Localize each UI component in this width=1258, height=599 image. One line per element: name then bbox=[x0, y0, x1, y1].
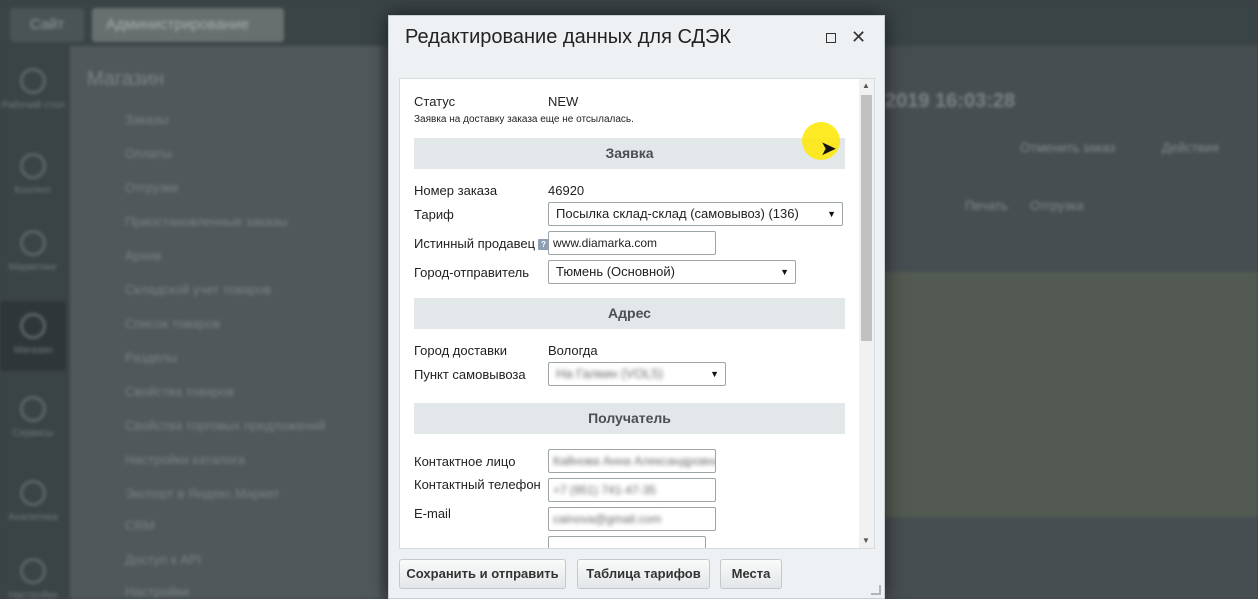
seller-input[interactable]: www.diamarka.com bbox=[548, 231, 716, 255]
dialog-header[interactable]: Редактирование данных для СДЭК ✕ bbox=[389, 16, 884, 62]
target-icon bbox=[20, 230, 46, 256]
dialog-title: Редактирование данных для СДЭК bbox=[405, 26, 732, 48]
scroll-down-icon[interactable]: ▼ bbox=[862, 536, 870, 545]
sidebar-item[interactable]: Доступ к API bbox=[125, 552, 201, 567]
sidebar-item[interactable]: Свойства торговых предложений bbox=[125, 418, 325, 433]
basket-icon bbox=[20, 313, 46, 339]
nav-shop[interactable]: Магазин bbox=[0, 301, 66, 371]
status-note: Заявка на доставку заказа еще не отсылал… bbox=[414, 114, 634, 125]
close-icon[interactable]: ✕ bbox=[851, 27, 866, 47]
sidebar-item[interactable]: Свойства товаров bbox=[125, 384, 234, 399]
seller-label: Истинный продавец? bbox=[414, 236, 550, 251]
sidebar-item[interactable]: CRM bbox=[125, 518, 155, 533]
home-icon bbox=[20, 68, 46, 94]
shop-sidebar: Магазин Заказы Оплаты Отгрузки Приостано… bbox=[70, 46, 380, 599]
nav-services[interactable]: Сервисы bbox=[0, 384, 66, 454]
scroll-up-icon[interactable]: ▲ bbox=[862, 81, 870, 90]
tab-admin[interactable]: Администрирование bbox=[92, 8, 284, 42]
email-input[interactable]: cainova@gmail.com bbox=[548, 507, 716, 531]
sidebar-item[interactable]: Разделы bbox=[125, 350, 177, 365]
delivery-city-value: Вологда bbox=[548, 343, 598, 358]
contact-person-label: Контактное лицо bbox=[414, 454, 516, 469]
shipment-link[interactable]: Отгрузка bbox=[1030, 198, 1084, 213]
email-label: E-mail bbox=[414, 506, 451, 521]
cdek-edit-dialog: Редактирование данных для СДЭК ✕ Статус … bbox=[388, 15, 885, 599]
dropdown-arrow-icon: ▼ bbox=[827, 209, 836, 219]
nav-settings[interactable]: Настройки bbox=[0, 546, 66, 599]
document-icon bbox=[20, 153, 46, 179]
pickup-point-select[interactable]: На Галкин (VOL5) ▼ bbox=[548, 362, 726, 386]
services-icon bbox=[20, 396, 46, 422]
places-button[interactable]: Места bbox=[720, 559, 782, 589]
left-nav: Рабочий стол Контент Маркетинг Магазин С… bbox=[0, 46, 70, 599]
extra-input[interactable] bbox=[548, 536, 706, 548]
section-request: Заявка bbox=[414, 138, 845, 169]
status-label: Статус bbox=[414, 94, 456, 109]
sidebar-item[interactable]: Складской учет товаров bbox=[125, 282, 271, 297]
contact-phone-input[interactable]: +7 (951) 741-47-35 bbox=[548, 478, 716, 502]
actions-button[interactable]: Действия bbox=[1162, 140, 1219, 155]
scrollbar-thumb[interactable] bbox=[861, 95, 872, 341]
print-link[interactable]: Печать bbox=[965, 198, 1008, 213]
cancel-order-button[interactable]: Отменить заказ bbox=[1020, 140, 1115, 155]
nav-content[interactable]: Контент bbox=[0, 141, 66, 211]
maximize-icon[interactable] bbox=[826, 33, 836, 43]
nav-desktop[interactable]: Рабочий стол bbox=[0, 56, 66, 126]
order-panel bbox=[880, 272, 1258, 517]
status-value: NEW bbox=[548, 94, 579, 109]
mouse-cursor-icon: ➤ bbox=[820, 138, 837, 160]
nav-analytics[interactable]: Аналитика bbox=[0, 468, 66, 538]
save-and-send-button[interactable]: Сохранить и отправить bbox=[399, 559, 566, 589]
contact-person-input[interactable]: Кайнова Анна Александровна bbox=[548, 449, 716, 473]
sidebar-item[interactable]: Список товаров bbox=[125, 316, 220, 331]
settings-icon bbox=[20, 558, 46, 584]
sidebar-item[interactable]: Настройки каталога bbox=[125, 452, 245, 467]
sidebar-item[interactable]: Оплаты bbox=[125, 146, 172, 161]
order-date: 2019 16:03:28 bbox=[885, 90, 1016, 112]
chart-icon bbox=[20, 480, 46, 506]
order-number-label: Номер заказа bbox=[414, 183, 498, 198]
nav-marketing[interactable]: Маркетинг bbox=[0, 218, 66, 288]
resize-grip-icon[interactable] bbox=[871, 585, 881, 595]
dialog-scrollbar[interactable]: ▲ ▼ bbox=[859, 79, 874, 548]
tariff-select[interactable]: Посылка склад-склад (самовывоз) (136) ▼ bbox=[548, 202, 843, 226]
section-address: Адрес bbox=[414, 298, 845, 329]
tariff-label: Тариф bbox=[414, 207, 454, 222]
sender-city-label: Город-отправитель bbox=[414, 265, 530, 280]
section-recipient: Получатель bbox=[414, 403, 845, 434]
tab-site[interactable]: Сайт bbox=[10, 8, 84, 42]
order-number-value: 46920 bbox=[548, 183, 585, 198]
sender-city-select[interactable]: Тюмень (Основной) ▼ bbox=[548, 260, 796, 284]
sidebar-item[interactable]: Настройки bbox=[125, 584, 189, 599]
contact-phone-label: Контактный телефон bbox=[414, 477, 541, 492]
sidebar-title: Магазин bbox=[87, 68, 165, 90]
dropdown-arrow-icon: ▼ bbox=[780, 267, 789, 277]
sidebar-item[interactable]: Отгрузки bbox=[125, 180, 178, 195]
tariff-table-button[interactable]: Таблица тарифов bbox=[577, 559, 710, 589]
pickup-point-label: Пункт самовывоза bbox=[414, 367, 526, 382]
sidebar-item[interactable]: Экспорт в Яндекс.Маркет bbox=[125, 486, 279, 501]
sidebar-item[interactable]: Архив bbox=[125, 248, 161, 263]
delivery-city-label: Город доставки bbox=[414, 343, 507, 358]
sidebar-item[interactable]: Приостановленные заказы bbox=[125, 214, 288, 229]
dropdown-arrow-icon: ▼ bbox=[710, 369, 719, 379]
sidebar-item[interactable]: Заказы bbox=[125, 112, 168, 127]
